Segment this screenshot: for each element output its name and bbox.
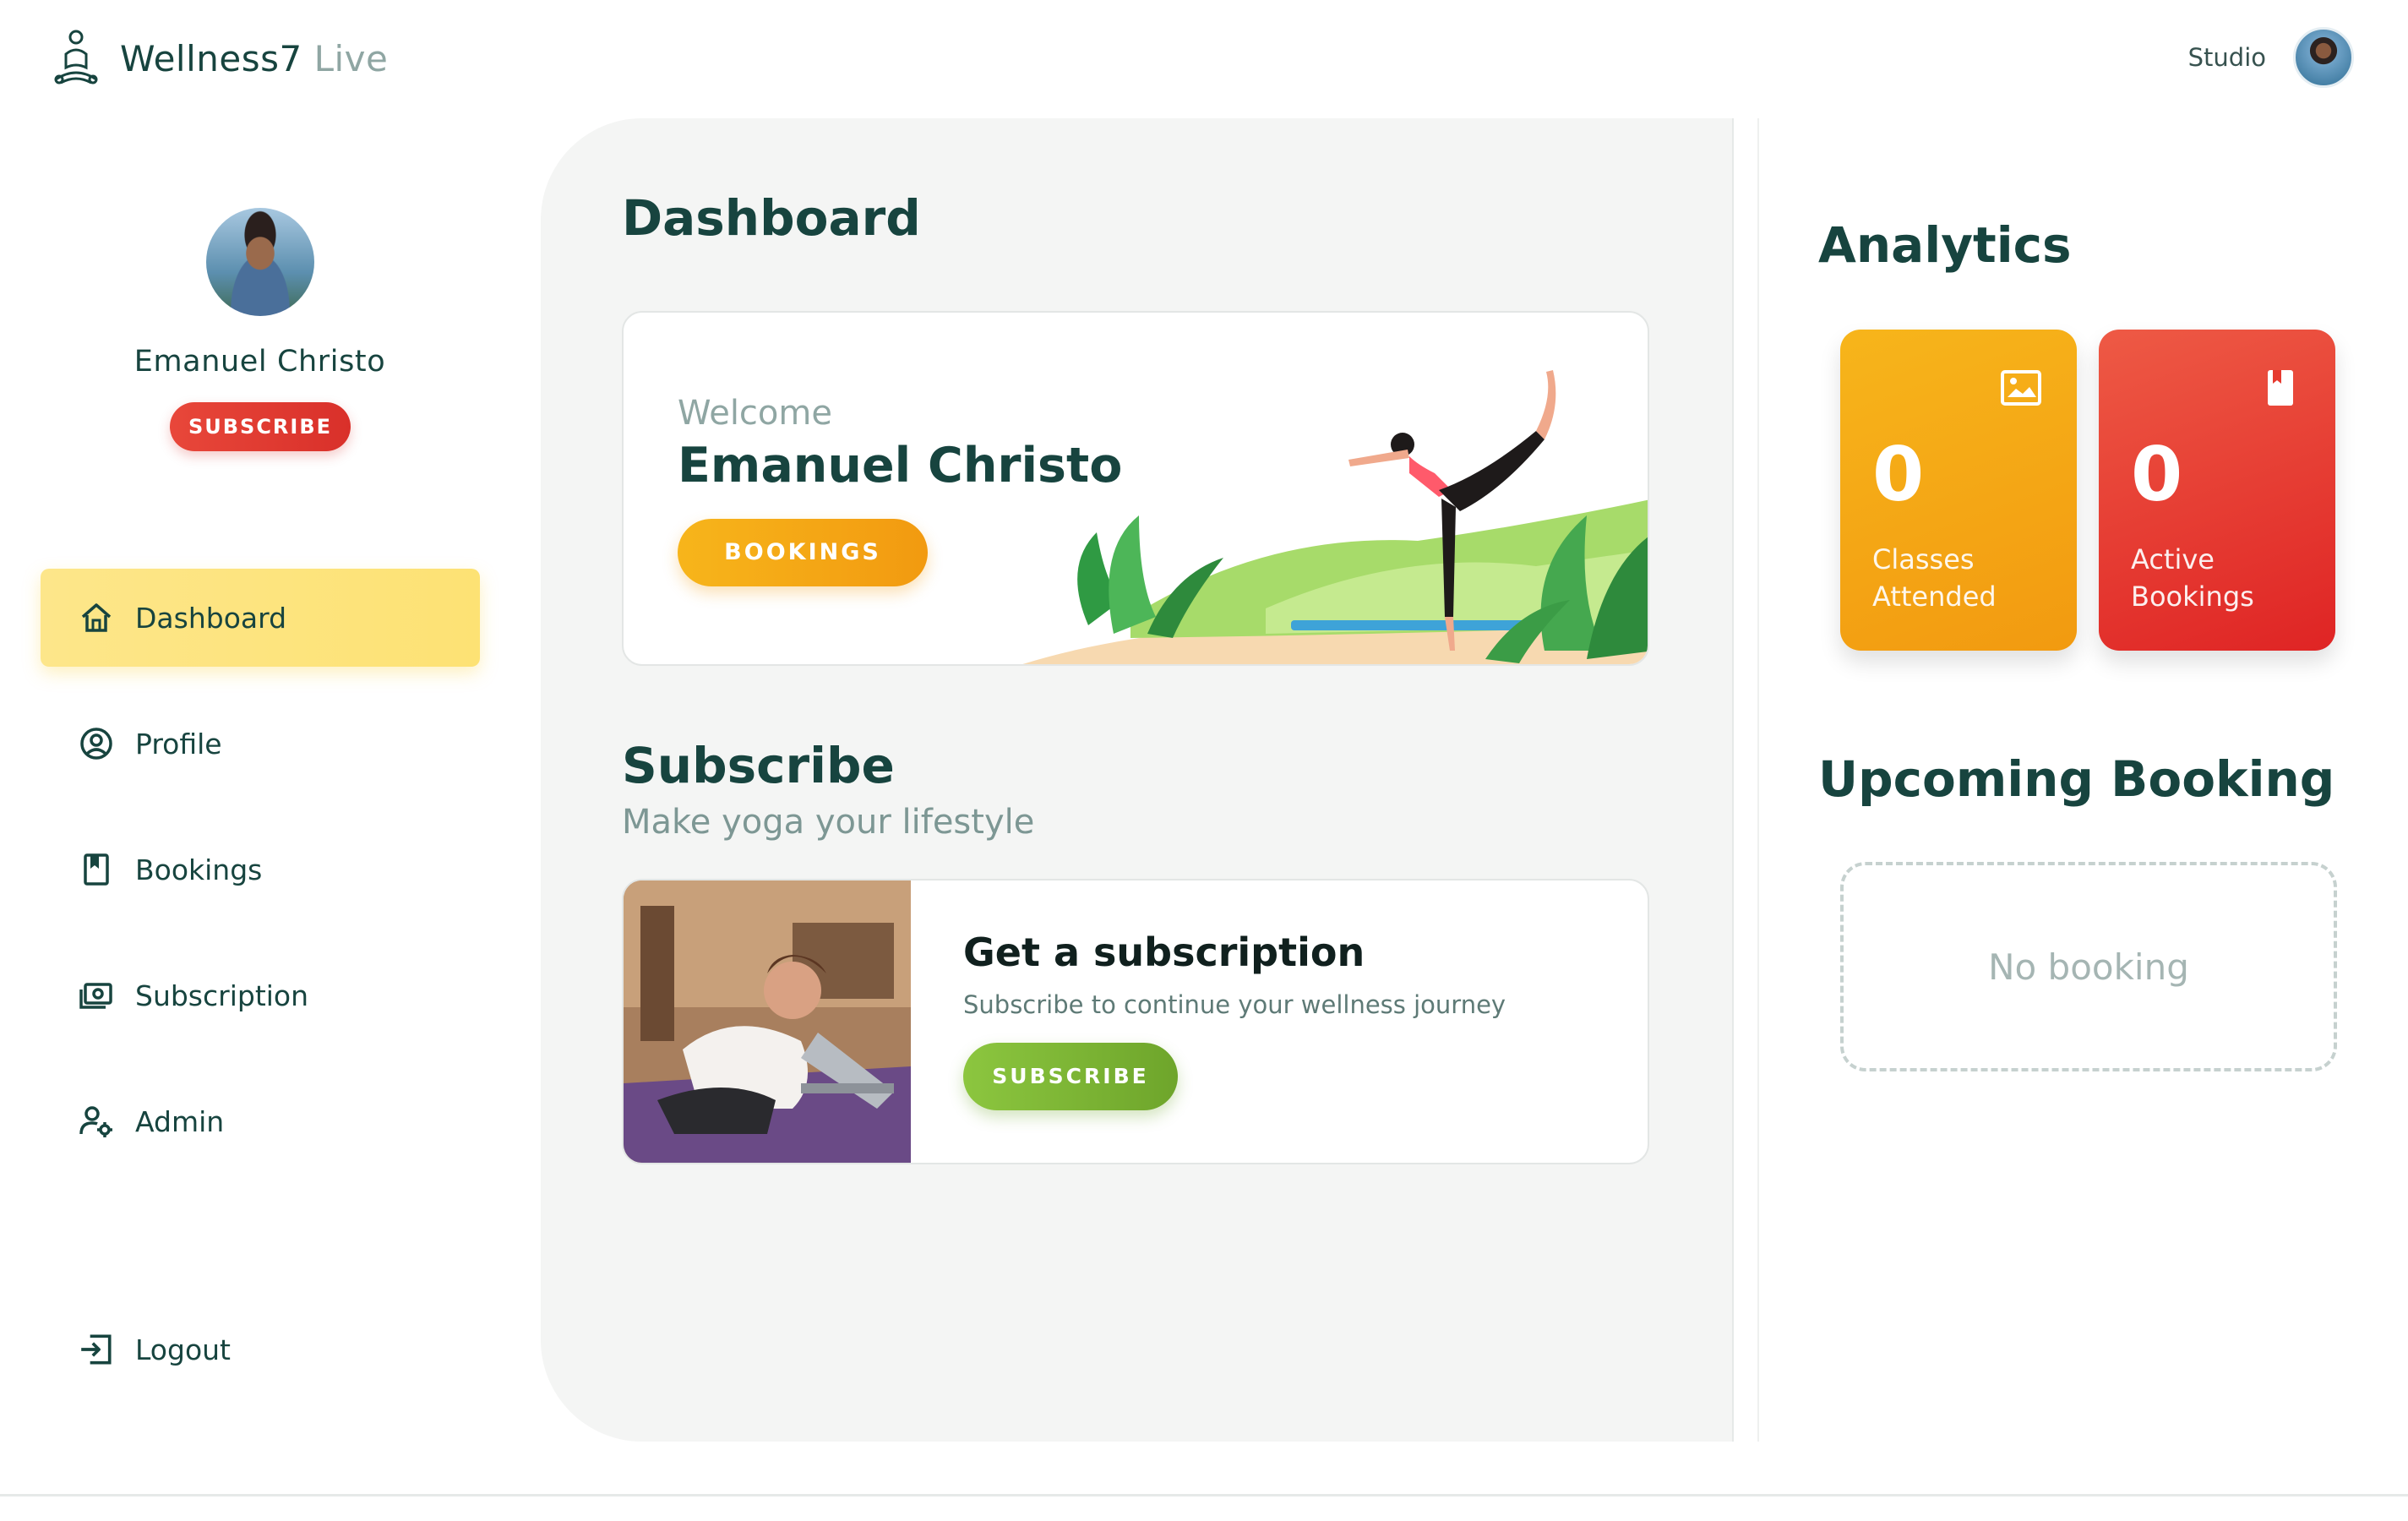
page-title: Dashboard [622,189,921,247]
main-content: Dashboard Welcome Emanuel Christo BOOKIN… [541,118,1741,1442]
bookings-button[interactable]: BOOKINGS [678,519,928,586]
no-booking-text: No booking [1988,946,2189,988]
sidebar-item-dashboard[interactable]: Dashboard [41,569,480,667]
sidebar-item-admin[interactable]: Admin [41,1072,480,1170]
logout-icon [78,1331,115,1368]
sidebar-item-label: Profile [135,727,222,760]
subscribe-heading: Subscribe [622,737,895,794]
brand-name: Wellness7 Live [120,38,388,79]
analytics-panel: Analytics 0 Classes Attended 0 Active Bo… [1759,118,2384,1442]
sidebar: Emanuel Christo SUBSCRIBE Dashboard Prof… [0,118,524,1496]
logout-button[interactable]: Logout [41,1311,480,1387]
top-bar: Wellness7 Live Studio [0,0,2408,118]
image-icon [2001,370,2041,406]
subscription-card-description: Subscribe to continue your wellness jour… [963,990,1506,1019]
sidebar-item-bookings[interactable]: Bookings [41,820,480,919]
brand-title: Wellness7 [120,37,302,79]
logout-label: Logout [135,1333,231,1366]
sidebar-item-profile[interactable]: Profile [41,695,480,793]
subscription-card: Get a subscription Subscribe to continue… [622,879,1649,1164]
meditation-icon [54,30,98,84]
subscribe-button[interactable]: SUBSCRIBE [963,1043,1178,1110]
profile-avatar [206,208,314,316]
active-bookings-card: 0 Active Bookings [2099,330,2335,651]
bottom-divider [0,1494,2408,1496]
subscribe-tagline: Make yoga your lifestyle [622,803,1035,842]
user-avatar[interactable] [2293,27,2354,88]
user-circle-icon [78,725,115,762]
analytics-heading: Analytics [1818,216,2072,274]
upcoming-booking-box: No booking [1840,862,2337,1071]
classes-attended-card: 0 Classes Attended [1840,330,2077,651]
studio-link[interactable]: Studio [2188,43,2266,72]
active-bookings-label: Active Bookings [2131,543,2254,613]
sidebar-item-label: Bookings [135,853,263,886]
profile-name: Emanuel Christo [133,345,386,379]
home-icon [78,599,115,636]
sidebar-item-label: Subscription [135,979,309,1012]
panel-divider [1732,118,1759,1442]
admin-gear-icon [78,1103,115,1140]
sidebar-item-label: Admin [135,1104,225,1138]
subscription-card-title: Get a subscription [963,930,1365,975]
yoga-illustration [1022,370,1648,664]
yoga-laptop-photo [624,880,911,1163]
money-icon [78,977,115,1014]
user-menu: Studio [2188,27,2354,88]
sidebar-nav: Dashboard Profile Bookings Subscription … [41,569,480,1198]
classes-attended-label: Classes Attended [1872,543,1997,613]
brand-suffix: Live [313,37,389,79]
welcome-label: Welcome [678,394,832,433]
app-logo[interactable]: Wellness7 Live [49,29,388,88]
classes-attended-value: 0 [1872,431,1925,518]
bookmark-icon [2268,370,2293,406]
welcome-card: Welcome Emanuel Christo BOOKINGS [622,311,1649,666]
sidebar-item-label: Dashboard [135,601,287,635]
sidebar-item-subscription[interactable]: Subscription [41,946,480,1044]
sidebar-subscribe-button[interactable]: SUBSCRIBE [170,402,351,451]
upcoming-booking-heading: Upcoming Booking [1818,750,2335,808]
bookmark-icon [78,851,115,888]
active-bookings-value: 0 [2131,431,2183,518]
